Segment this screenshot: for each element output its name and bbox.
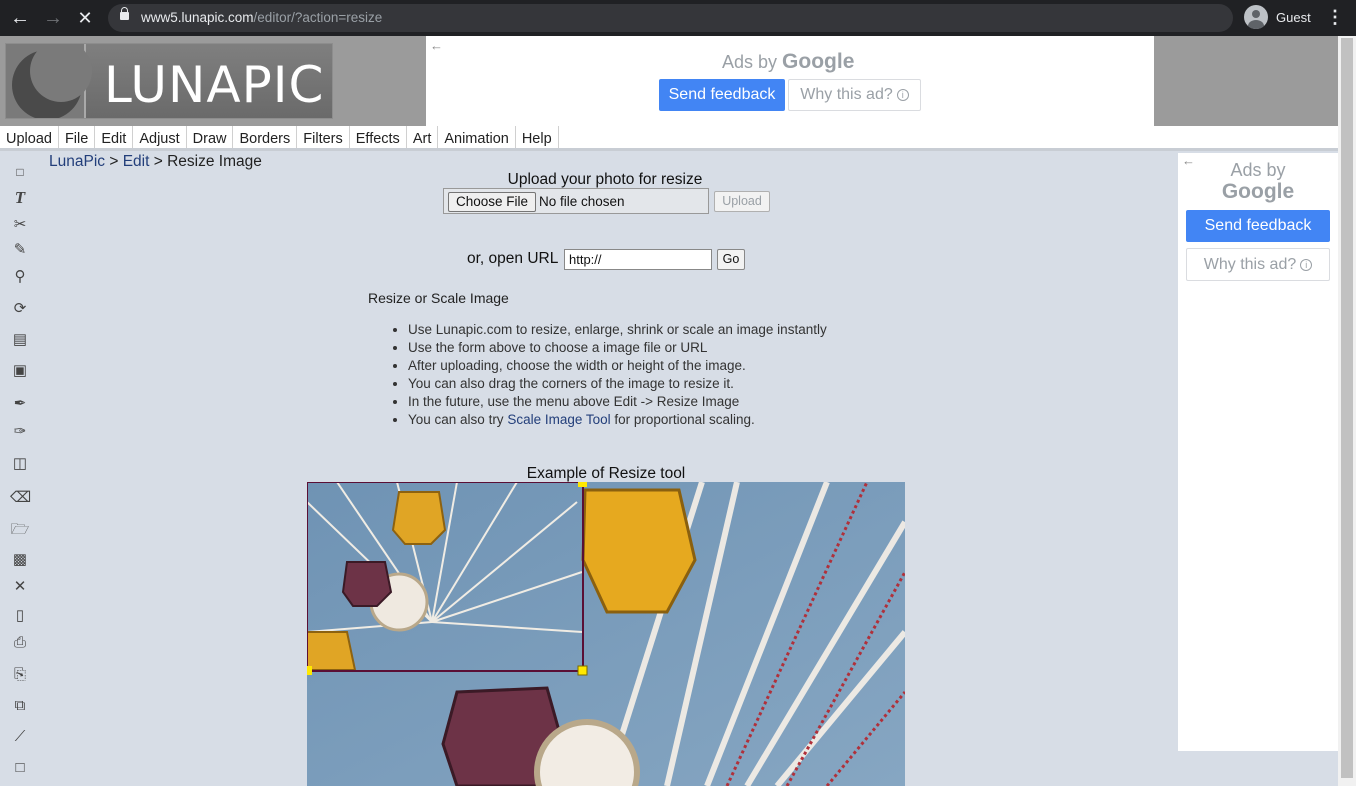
- address-bar[interactable]: www5.lunapic.com/editor/?action=resize: [108, 4, 1233, 32]
- side-ad-banner: ← Ads by Google Send feedback Why this ad…: [1178, 153, 1338, 751]
- info-icon: i: [896, 88, 909, 101]
- brush-icon[interactable]: ✑: [10, 422, 30, 442]
- avatar-icon: [1244, 5, 1268, 29]
- url-text: www5.lunapic.com/editor/?action=resize: [141, 10, 383, 25]
- save-icon[interactable]: ▩: [10, 550, 30, 570]
- print-icon[interactable]: ⎙: [10, 633, 30, 653]
- marquee-select-icon[interactable]: □: [10, 162, 30, 182]
- tool-palette: □ T ✂ ✎ ⚲ ⟳ ▤ ▣ ✒ ✑ ◫ ⌫ 🗁 ▩ ✕ ▯ ⎙ ⎘ ⧉ ⟋ …: [0, 154, 40, 786]
- profile-name: Guest: [1276, 9, 1311, 25]
- lunapic-logo[interactable]: LUNAPIC: [5, 43, 333, 119]
- choose-file-button[interactable]: Choose File: [448, 192, 537, 212]
- lock-icon: [120, 7, 129, 20]
- why-this-ad-button[interactable]: Why this ad? i: [1186, 248, 1330, 281]
- breadcrumb-current: Resize Image: [167, 153, 262, 170]
- list-item: In the future, use the menu above Edit -…: [408, 394, 827, 412]
- gradient-icon[interactable]: ▤: [10, 330, 30, 350]
- menu-file[interactable]: File: [59, 126, 96, 148]
- upload-button[interactable]: Upload: [714, 191, 770, 212]
- page-scrollbar[interactable]: [1338, 36, 1356, 786]
- feature-list: Use Lunapic.com to resize, enlarge, shri…: [408, 322, 827, 430]
- stop-loading-icon[interactable]: ✕: [73, 6, 97, 30]
- open-folder-icon[interactable]: 🗁: [10, 520, 30, 540]
- scissors-icon[interactable]: ✂: [10, 215, 30, 235]
- list-item: After uploading, choose the width or hei…: [408, 358, 827, 376]
- paint-bucket-icon[interactable]: ▣: [10, 361, 30, 381]
- menu-edit[interactable]: Edit: [95, 126, 134, 148]
- breadcrumb-edit-link[interactable]: Edit: [123, 153, 150, 170]
- layers-icon[interactable]: ◫: [10, 454, 30, 474]
- why-this-ad-button[interactable]: Why this ad? i: [788, 79, 921, 111]
- breadcrumb-separator: >: [105, 153, 123, 170]
- list-item: Use Lunapic.com to resize, enlarge, shri…: [408, 322, 827, 340]
- browser-toolbar: ← → ✕ www5.lunapic.com/editor/?action=re…: [0, 0, 1356, 36]
- main-menu-bar: Upload File Edit Adjust Draw Borders Fil…: [0, 126, 1338, 151]
- line-icon[interactable]: ⟋: [10, 727, 30, 747]
- list-item: Use the form above to choose a image fil…: [408, 340, 827, 358]
- pencil-icon[interactable]: ✎: [10, 240, 30, 260]
- rectangle-icon[interactable]: □: [10, 758, 30, 778]
- scrollbar-thumb[interactable]: [1341, 38, 1353, 778]
- eyedropper-icon[interactable]: ✒: [10, 394, 30, 414]
- menu-effects[interactable]: Effects: [350, 126, 407, 148]
- scale-image-tool-link[interactable]: Scale Image Tool: [507, 412, 610, 427]
- magnifier-icon[interactable]: ⚲: [10, 267, 30, 287]
- breadcrumb: LunaPic > Edit > Resize Image: [49, 153, 262, 171]
- rotate-icon[interactable]: ⟳: [10, 299, 30, 319]
- send-feedback-button[interactable]: Send feedback: [659, 79, 785, 111]
- menu-animation[interactable]: Animation: [438, 126, 516, 148]
- new-file-icon[interactable]: ▯: [10, 606, 30, 626]
- no-file-chosen-text: No file chosen: [539, 194, 625, 209]
- back-arrow-icon[interactable]: ←: [8, 6, 32, 30]
- menu-art[interactable]: Art: [407, 126, 439, 148]
- copy-icon[interactable]: ⧉: [10, 696, 30, 716]
- menu-help[interactable]: Help: [516, 126, 559, 148]
- section-title: Resize or Scale Image: [368, 290, 509, 306]
- paste-icon[interactable]: ⎘: [10, 665, 30, 685]
- url-input[interactable]: http://: [564, 249, 712, 270]
- moon-logo-icon: [6, 44, 92, 118]
- file-input[interactable]: Choose File No file chosen: [443, 188, 709, 214]
- go-button[interactable]: Go: [717, 249, 745, 270]
- logo-text: LUNAPIC: [104, 56, 325, 114]
- ads-by-google-label: Ads by Google: [722, 50, 855, 73]
- eraser-icon[interactable]: ⌫: [10, 488, 31, 508]
- menu-adjust[interactable]: Adjust: [133, 126, 187, 148]
- close-icon[interactable]: ✕: [10, 577, 30, 597]
- list-item: You can also drag the corners of the ima…: [408, 376, 827, 394]
- ad-back-arrow-icon[interactable]: ←: [430, 38, 443, 53]
- example-title: Example of Resize tool: [526, 465, 686, 482]
- menu-filters[interactable]: Filters: [297, 126, 350, 148]
- profile-button[interactable]: Guest: [1244, 5, 1311, 29]
- menu-draw[interactable]: Draw: [187, 126, 234, 148]
- info-icon: i: [1300, 258, 1313, 271]
- ads-by-google-label: Ads by Google: [1221, 160, 1295, 203]
- text-tool-icon[interactable]: T: [10, 188, 30, 208]
- send-feedback-button[interactable]: Send feedback: [1186, 210, 1330, 242]
- ferris-wheel-example-image: [307, 482, 905, 786]
- list-item: You can also try Scale Image Tool for pr…: [408, 412, 827, 430]
- top-ad-banner: ← Ads by Google Send feedback Why this a…: [426, 36, 1154, 126]
- forward-arrow-icon[interactable]: →: [41, 6, 65, 30]
- menu-borders[interactable]: Borders: [233, 126, 298, 148]
- breadcrumb-separator: >: [149, 153, 168, 170]
- upload-title: Upload your photo for resize: [507, 171, 703, 188]
- menu-upload[interactable]: Upload: [0, 126, 59, 148]
- breadcrumb-lunapic-link[interactable]: LunaPic: [49, 153, 105, 170]
- open-url-label: or, open URL: [467, 250, 559, 267]
- menu-dots-icon[interactable]: ⋮: [1326, 6, 1344, 30]
- example-image-art: [307, 482, 905, 786]
